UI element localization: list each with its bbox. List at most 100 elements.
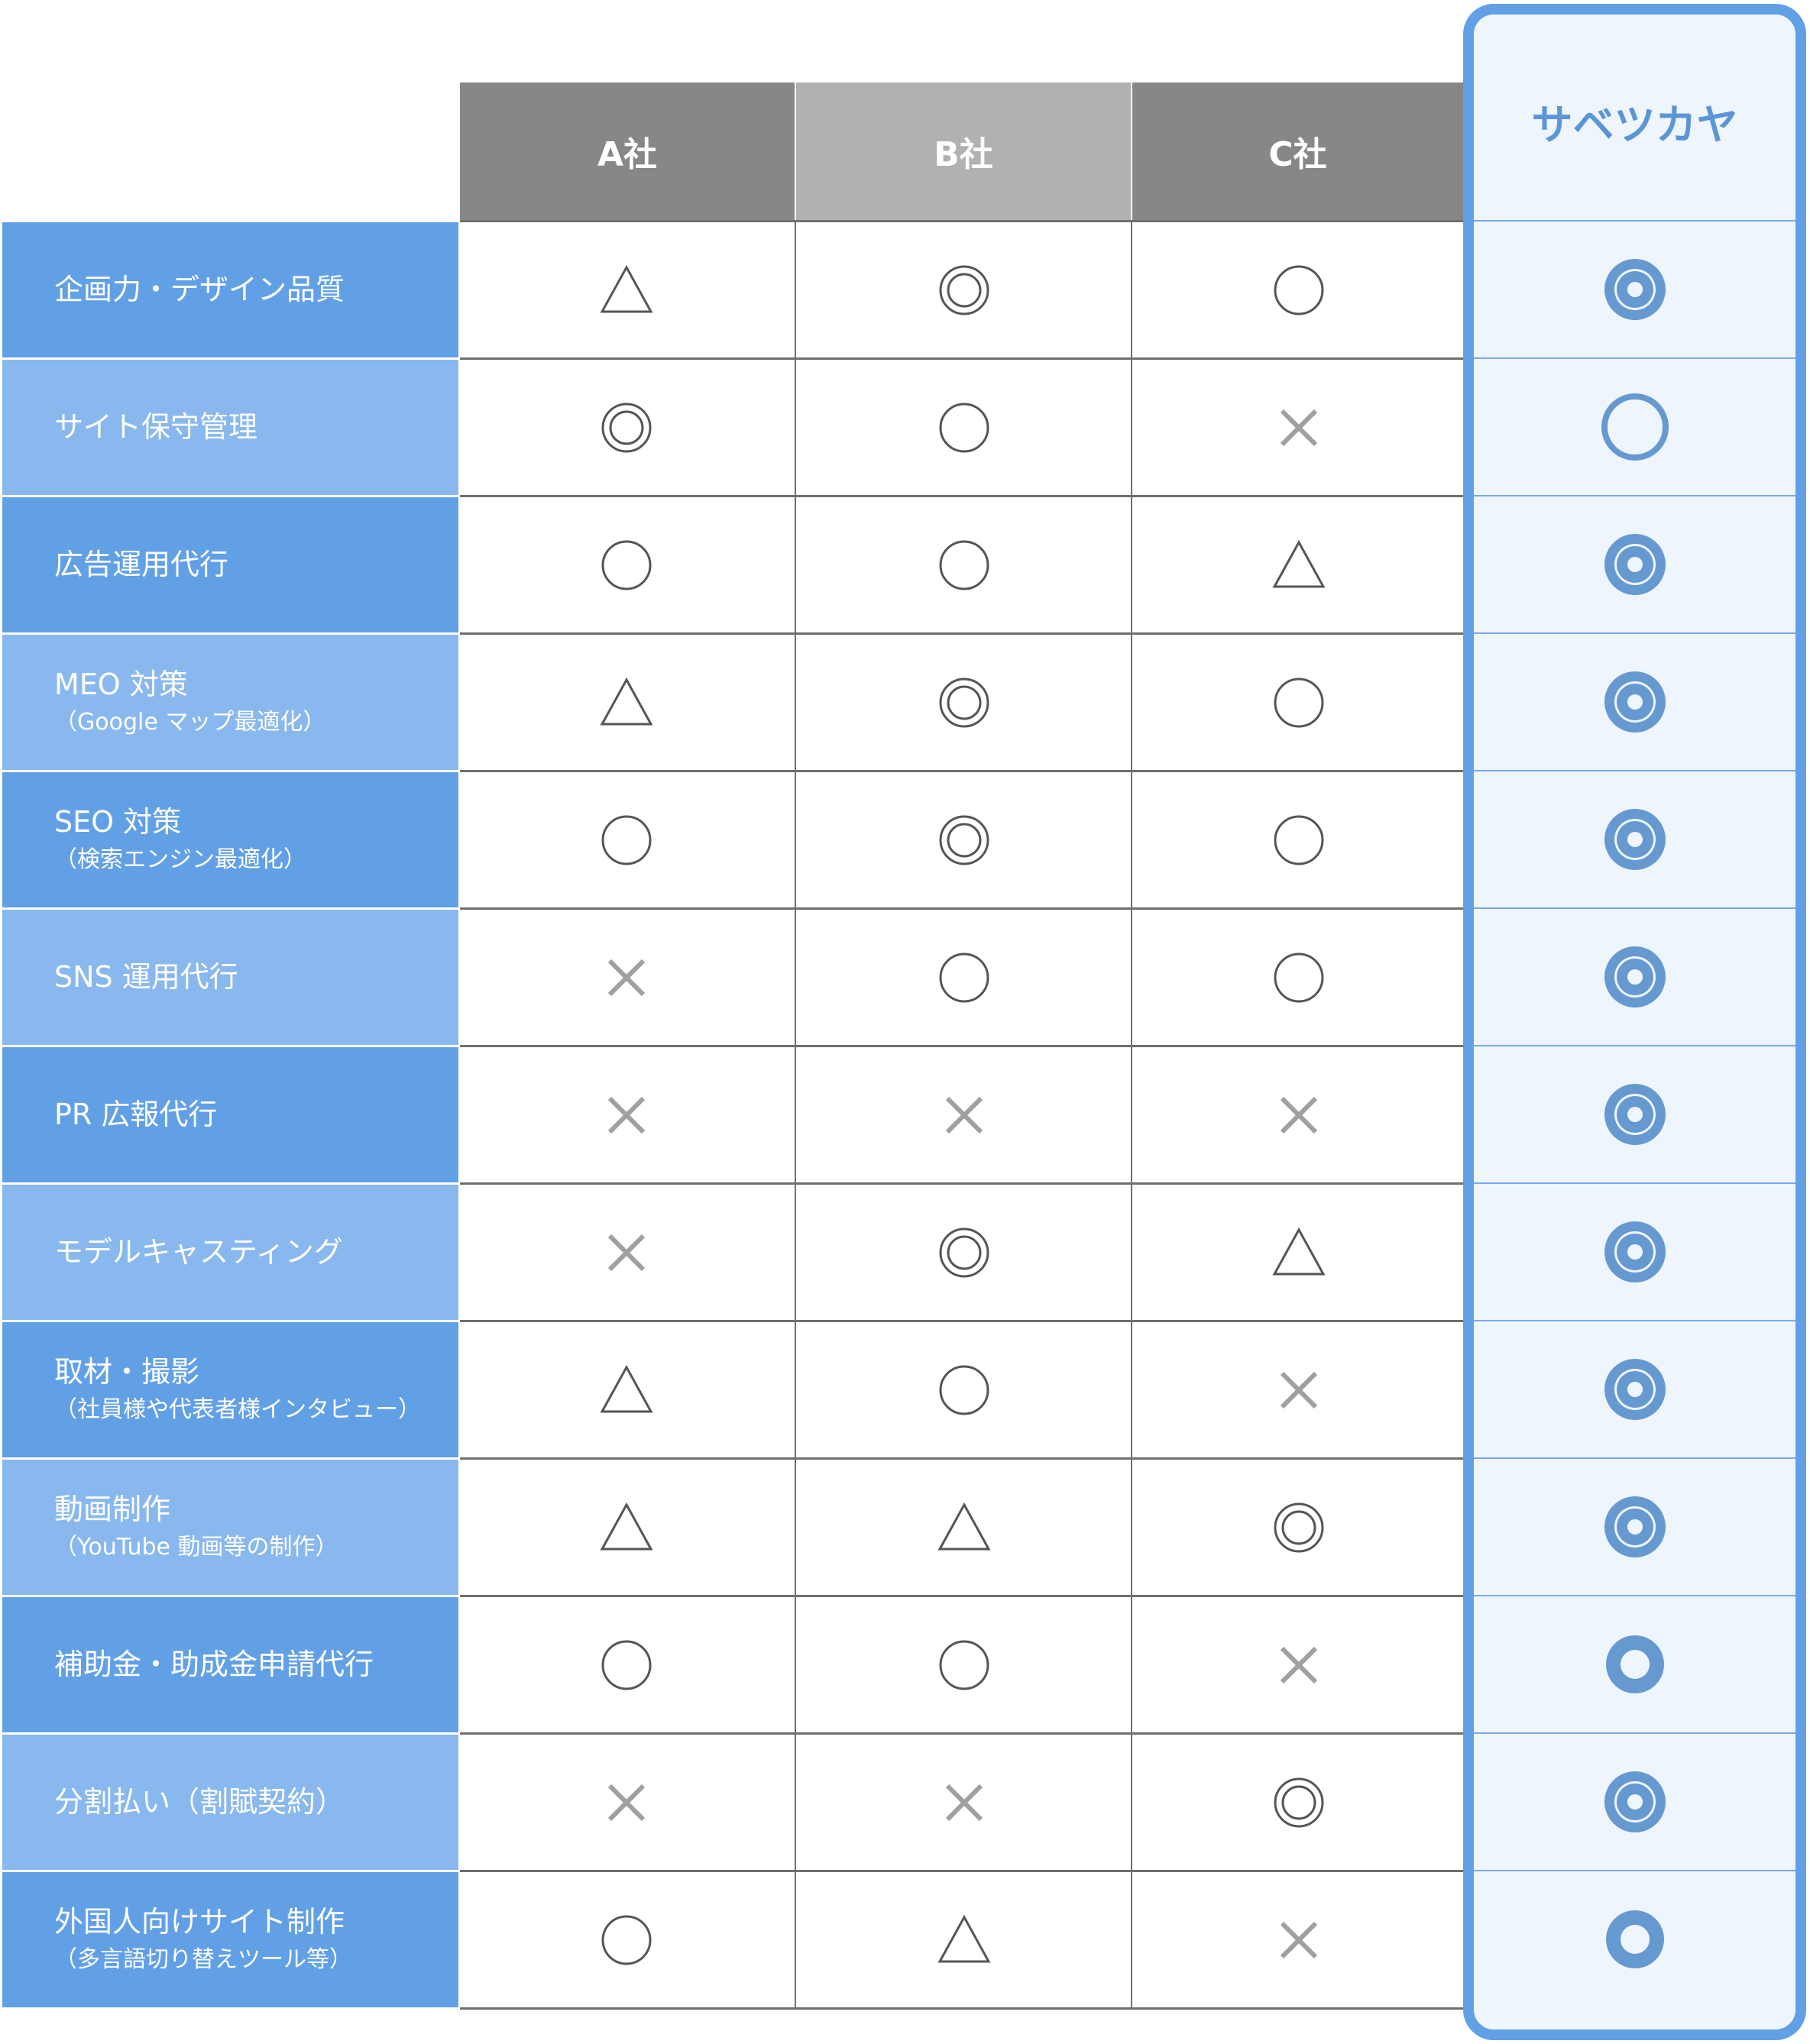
row-label-main: 外国人向けサイト制作 xyxy=(54,1904,345,1939)
row-label: 広告運用代行 xyxy=(2,497,458,632)
cross-icon xyxy=(1280,409,1317,446)
cell-company-a xyxy=(460,1460,793,1595)
row-label-main: 広告運用代行 xyxy=(54,547,229,581)
double-circle-icon xyxy=(1604,1771,1666,1832)
triangle-icon xyxy=(937,1502,991,1550)
cell-company-b xyxy=(798,1322,1131,1457)
cell-highlight-company xyxy=(1474,1871,1795,2007)
cell-highlight-company xyxy=(1474,1046,1795,1182)
cross-icon xyxy=(1280,1371,1317,1408)
header-company-a-label: A社 xyxy=(597,135,658,174)
row-label-main: MEO 対策 xyxy=(54,667,188,701)
row-label-sub: （社員様や代表者様インタビュー） xyxy=(54,1396,421,1424)
row-label: 分割払い（割賦契約） xyxy=(2,1735,458,1870)
cell-company-c xyxy=(1134,1872,1463,2007)
thick-circle-icon xyxy=(1605,1635,1664,1693)
row-label: MEO 対策 （Google マップ最適化） xyxy=(2,635,458,770)
cell-highlight-company xyxy=(1474,359,1795,495)
row-label: PR 広報代行 xyxy=(2,1047,458,1182)
row-label-main: 分割払い（割賦契約） xyxy=(54,1784,345,1819)
row-label: 外国人向けサイト制作 （多言語切り替えツール等） xyxy=(2,1872,458,2007)
triangle-icon xyxy=(600,264,653,312)
cell-highlight-company xyxy=(1474,1184,1795,1320)
cell-highlight-company xyxy=(1474,909,1795,1045)
row-label-main: SNS 運用代行 xyxy=(54,959,238,994)
double-circle-icon xyxy=(1604,259,1666,320)
row-label: 取材・撮影 （社員様や代表者様インタビュー） xyxy=(2,1322,458,1457)
cell-company-c xyxy=(1134,1047,1463,1182)
cross-icon xyxy=(607,1234,646,1271)
cell-company-a xyxy=(460,497,793,632)
circle-icon xyxy=(1274,815,1323,865)
triangle-icon xyxy=(1271,1227,1326,1275)
row-label: 補助金・助成金申請代行 xyxy=(2,1597,458,1732)
double-circle-icon xyxy=(1604,1359,1666,1420)
cross-icon xyxy=(1280,1646,1317,1683)
triangle-icon xyxy=(600,1364,653,1412)
row-label-sub: （検索エンジン最適化） xyxy=(54,846,306,874)
row-label-sub: （YouTube 動画等の制作） xyxy=(54,1534,338,1561)
double-circle-icon xyxy=(939,815,989,865)
cross-icon xyxy=(945,1096,983,1134)
double-circle-icon xyxy=(1274,1777,1323,1827)
cell-highlight-company xyxy=(1474,222,1795,357)
triangle-icon xyxy=(1271,539,1326,587)
row-divider xyxy=(460,2007,1463,2010)
cell-company-a xyxy=(460,222,793,357)
row-label: サイト保守管理 xyxy=(2,360,458,495)
cell-company-b xyxy=(798,910,1131,1045)
row-label-main: 補助金・助成金申請代行 xyxy=(54,1647,374,1681)
cell-company-a xyxy=(460,1872,793,2007)
cell-highlight-company xyxy=(1474,634,1795,770)
double-circle-icon xyxy=(939,678,989,727)
cell-company-b xyxy=(798,1597,1131,1732)
cell-company-b xyxy=(798,1047,1131,1182)
cell-company-c xyxy=(1134,360,1463,495)
double-circle-icon xyxy=(1274,1502,1323,1552)
cell-highlight-company xyxy=(1474,1596,1795,1732)
row-label: モデルキャスティング xyxy=(2,1185,458,1320)
header-company-c-label: C社 xyxy=(1268,135,1327,174)
double-circle-icon xyxy=(1604,1221,1666,1282)
cell-company-b xyxy=(798,1872,1131,2007)
circle-icon xyxy=(939,1365,989,1415)
cell-company-c xyxy=(1134,772,1463,907)
cell-company-c xyxy=(1134,497,1463,632)
row-label-main: 企画力・デザイン品質 xyxy=(54,272,345,306)
double-circle-icon xyxy=(939,1227,989,1277)
circle-icon xyxy=(601,1915,652,1965)
cell-company-b xyxy=(798,1460,1131,1595)
cell-company-a xyxy=(460,910,793,1045)
cell-company-b xyxy=(798,497,1131,632)
cell-highlight-company xyxy=(1474,496,1795,632)
cell-company-c xyxy=(1134,910,1463,1045)
header-company-c: C社 xyxy=(1132,82,1463,220)
row-label-main: 取材・撮影 xyxy=(54,1354,200,1389)
circle-icon xyxy=(601,540,652,590)
cell-company-b xyxy=(798,772,1131,907)
row-label-main: PR 広報代行 xyxy=(54,1097,218,1131)
header-company-b-label: B社 xyxy=(934,135,993,174)
cell-company-a xyxy=(460,772,793,907)
cross-icon xyxy=(607,959,646,996)
cross-icon xyxy=(607,1784,646,1821)
circle-icon xyxy=(601,1640,652,1690)
circle-icon xyxy=(1274,678,1323,727)
comparison-table: A社 B社 C社 サベツカヤ 企画力・デザイン品質 サイト保守管理 広告運用代行 ME… xyxy=(0,0,1810,2044)
cell-company-a xyxy=(460,1597,793,1732)
thick-circle-icon xyxy=(1605,1910,1664,1968)
row-label: 動画制作 （YouTube 動画等の制作） xyxy=(2,1460,458,1595)
cell-company-a xyxy=(460,1322,793,1457)
row-label: SNS 運用代行 xyxy=(2,910,458,1045)
circle-icon xyxy=(1274,952,1323,1002)
circle-icon xyxy=(1601,393,1669,461)
cell-company-c xyxy=(1134,1460,1463,1595)
cell-highlight-company xyxy=(1474,771,1795,907)
cell-company-b xyxy=(798,222,1131,357)
header-company-a: A社 xyxy=(460,82,795,220)
cell-company-b xyxy=(798,1185,1131,1320)
cell-highlight-company xyxy=(1474,1321,1795,1457)
cell-company-b xyxy=(798,635,1131,770)
double-circle-icon xyxy=(1604,534,1666,595)
row-label-main: SEO 対策 xyxy=(54,804,182,839)
